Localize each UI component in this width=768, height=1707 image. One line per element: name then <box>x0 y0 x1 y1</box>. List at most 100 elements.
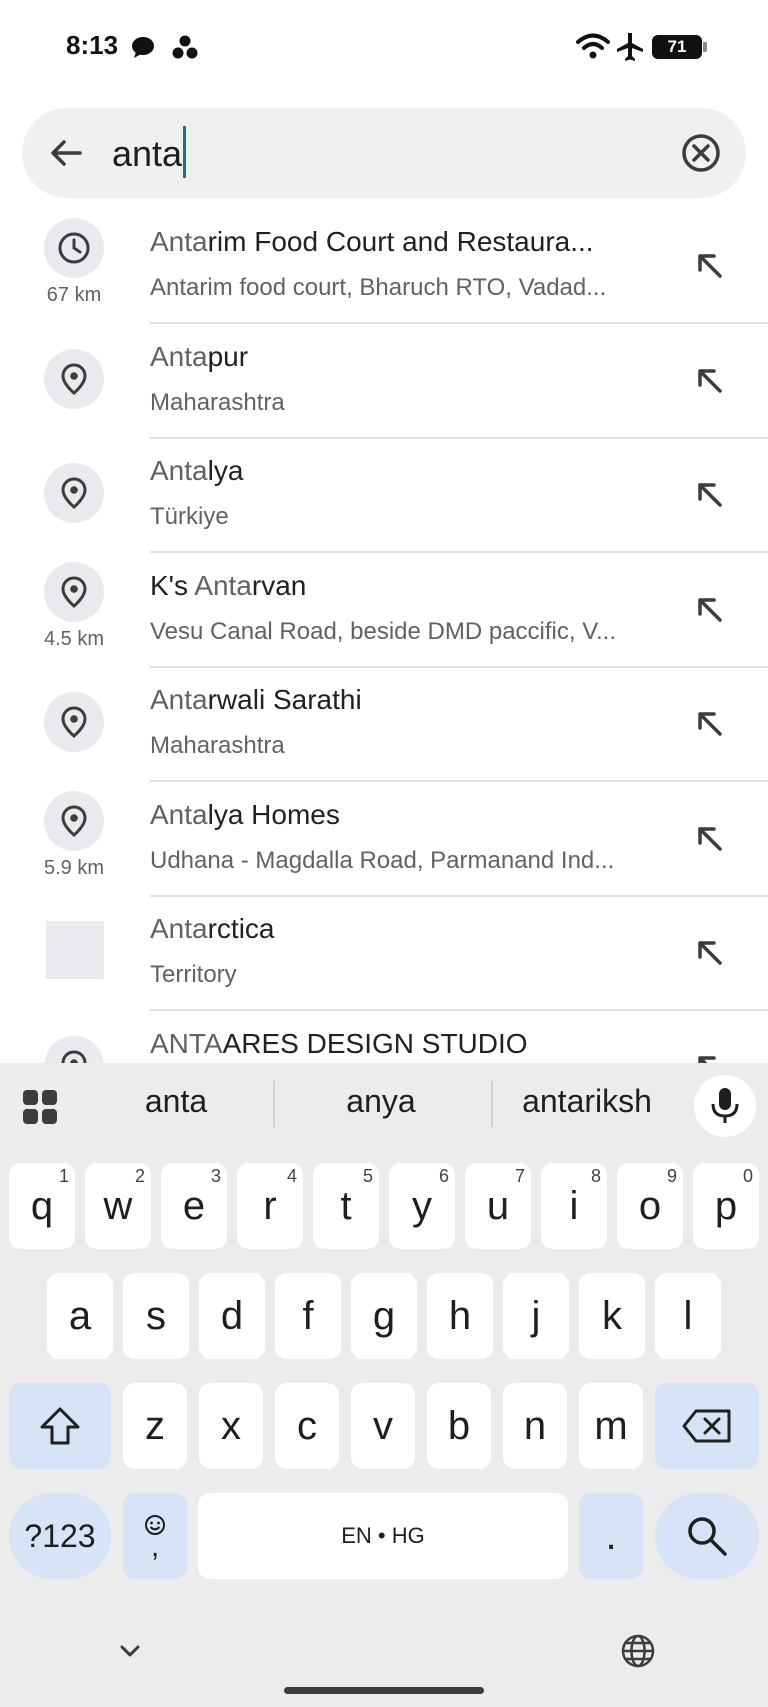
search-key[interactable] <box>655 1493 759 1579</box>
result-title: Antapur <box>150 341 248 373</box>
period-key[interactable]: . <box>579 1493 643 1579</box>
key-n[interactable]: n <box>503 1383 567 1469</box>
key-label: j <box>531 1293 541 1338</box>
key-label: f <box>302 1293 314 1338</box>
key-label: o <box>638 1183 662 1228</box>
key-s[interactable]: s <box>123 1273 189 1359</box>
key-q[interactable]: q1 <box>9 1163 75 1249</box>
shift-arrow-icon <box>40 1407 80 1445</box>
search-input[interactable]: anta <box>112 126 187 180</box>
key-label: m <box>594 1403 628 1448</box>
fill-query-button[interactable] <box>690 819 730 859</box>
key-z[interactable]: z <box>123 1383 187 1469</box>
key-f[interactable]: f <box>275 1273 341 1359</box>
fill-query-button[interactable] <box>690 1048 730 1063</box>
shift-key[interactable] <box>9 1383 111 1469</box>
place-pin-icon <box>61 1050 87 1063</box>
search-result-row[interactable]: Antapur Maharashtra <box>0 325 768 439</box>
symbols-key[interactable]: ?123 <box>9 1493 111 1579</box>
result-title-rest: lya <box>207 455 244 486</box>
key-label: h <box>448 1293 472 1338</box>
suggestion-1[interactable]: anta <box>76 1083 276 1120</box>
key-l[interactable]: l <box>655 1273 721 1359</box>
hide-keyboard-chevron-icon[interactable] <box>116 1641 144 1661</box>
row-divider <box>150 1009 768 1011</box>
search-result-row[interactable]: Antarctica Territory <box>0 897 768 1011</box>
search-result-row[interactable]: 67 km Antarim Food Court and Restaura... A… <box>0 210 768 324</box>
search-result-row[interactable]: ANTAARES DESIGN STUDIO <box>0 1012 768 1063</box>
voice-input-button[interactable] <box>694 1075 756 1137</box>
fill-query-button[interactable] <box>690 590 730 630</box>
apps-grid-icon[interactable] <box>22 1089 58 1125</box>
key-x[interactable]: x <box>199 1383 263 1469</box>
search-result-row[interactable]: 4.5 km K's Antarvan Vesu Canal Road, besid… <box>0 554 768 668</box>
result-distance: 4.5 km <box>43 628 105 650</box>
row-divider <box>150 551 768 553</box>
suggestion-2[interactable]: anya <box>281 1083 481 1120</box>
key-number-hint: 9 <box>666 1166 677 1186</box>
key-j[interactable]: j <box>503 1273 569 1359</box>
search-bar[interactable]: anta <box>22 108 746 198</box>
result-title-rest: ARES DESIGN STUDIO <box>222 1028 528 1059</box>
result-icon <box>44 562 104 622</box>
result-icon <box>44 463 104 523</box>
key-k[interactable]: k <box>579 1273 645 1359</box>
clear-search-icon[interactable] <box>678 130 724 176</box>
result-title-match: Anta <box>150 684 208 715</box>
search-result-row[interactable]: 5.9 km Antalya Homes Udhana - Magdalla Roa… <box>0 783 768 897</box>
key-label: r <box>263 1183 277 1228</box>
airplane-mode-icon <box>617 33 643 61</box>
key-g[interactable]: g <box>351 1273 417 1359</box>
key-b[interactable]: b <box>427 1383 491 1469</box>
key-a[interactable]: a <box>47 1273 113 1359</box>
fill-query-button[interactable] <box>690 933 730 973</box>
result-title-match: Anta <box>150 913 208 944</box>
key-number-hint: 6 <box>438 1166 449 1186</box>
fill-query-button[interactable] <box>690 704 730 744</box>
key-w[interactable]: w2 <box>85 1163 151 1249</box>
key-u[interactable]: u7 <box>465 1163 531 1249</box>
result-icon <box>44 791 104 851</box>
emoji-comma-key[interactable]: , <box>123 1493 187 1579</box>
key-y[interactable]: y6 <box>389 1163 455 1249</box>
fill-query-button[interactable] <box>690 246 730 286</box>
chat-bubble-icon <box>132 37 154 58</box>
home-gesture-bar[interactable] <box>284 1687 484 1694</box>
history-icon <box>58 232 90 264</box>
result-subtitle: Maharashtra <box>150 389 285 416</box>
fill-query-button[interactable] <box>690 361 730 401</box>
result-title: Antalya Homes <box>150 799 340 831</box>
key-v[interactable]: v <box>351 1383 415 1469</box>
key-d[interactable]: d <box>199 1273 265 1359</box>
backspace-key[interactable] <box>655 1383 759 1469</box>
space-bar[interactable]: EN • HG <box>198 1493 568 1579</box>
search-result-row[interactable]: Antalya Türkiye <box>0 439 768 553</box>
row-divider <box>150 780 768 782</box>
fill-query-button[interactable] <box>690 475 730 515</box>
language-globe-icon[interactable] <box>620 1633 656 1669</box>
key-label: l <box>683 1293 693 1338</box>
key-label: g <box>372 1293 396 1338</box>
key-r[interactable]: r4 <box>237 1163 303 1249</box>
key-t[interactable]: t5 <box>313 1163 379 1249</box>
back-arrow-icon[interactable] <box>44 130 90 176</box>
key-h[interactable]: h <box>427 1273 493 1359</box>
key-o[interactable]: o9 <box>617 1163 683 1249</box>
key-i[interactable]: i8 <box>541 1163 607 1249</box>
key-m[interactable]: m <box>579 1383 643 1469</box>
microphone-icon <box>711 1088 739 1123</box>
key-p[interactable]: p0 <box>693 1163 759 1249</box>
key-label: y <box>412 1183 432 1228</box>
suggestion-3[interactable]: antariksh <box>487 1083 687 1120</box>
key-label: p <box>714 1183 738 1228</box>
key-label: w <box>103 1183 133 1228</box>
key-label: x <box>221 1403 241 1448</box>
search-result-row[interactable]: Antarwali Sarathi Maharashtra <box>0 668 768 782</box>
result-title-match: Anta <box>150 226 208 257</box>
result-title-rest: rwali Sarathi <box>207 684 362 715</box>
search-icon <box>688 1517 727 1556</box>
status-time: 8:13 <box>66 30 119 60</box>
key-e[interactable]: e3 <box>161 1163 227 1249</box>
key-label: i <box>569 1183 579 1228</box>
key-c[interactable]: c <box>275 1383 339 1469</box>
